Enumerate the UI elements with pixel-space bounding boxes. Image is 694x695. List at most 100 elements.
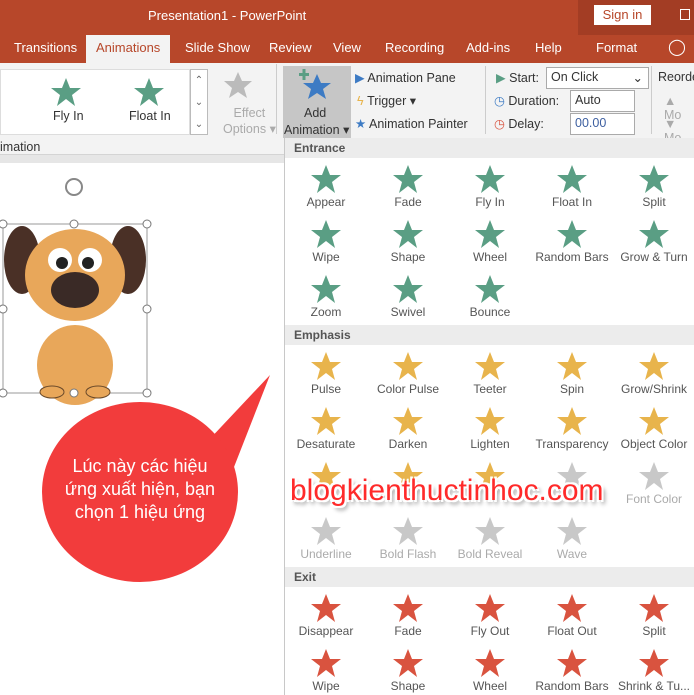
callout-text: Lúc này các hiệu ứng xuất hiện, bạn chọn… (64, 456, 216, 522)
play-icon: ▶ (496, 71, 506, 85)
tab-add-ins[interactable]: Add-ins (466, 35, 510, 63)
start-dropdown[interactable]: On Click ⌄ (546, 67, 649, 89)
rotate-handle-icon (65, 178, 83, 196)
effect-label: Spin (559, 382, 585, 396)
delay-clock-icon: ◷ (494, 117, 505, 131)
effect-emphasis-desaturate[interactable]: Desaturate (285, 406, 367, 451)
effect-emphasis-bold-flash[interactable]: Bold Flash (367, 516, 449, 561)
effect-label: Fade (394, 195, 422, 209)
star-icon (639, 220, 669, 248)
float-in-star-icon (134, 78, 164, 106)
star-icon (311, 275, 341, 303)
effect-emphasis-teeter[interactable]: Teeter (449, 351, 531, 396)
effect-exit-split[interactable]: Split (613, 593, 694, 638)
star-icon (475, 594, 505, 622)
effect-emphasis-color-pulse[interactable]: Color Pulse (367, 351, 449, 396)
effect-exit-random-bars[interactable]: Random Bars (531, 648, 613, 693)
add-animation-button[interactable]: Add Animation ▾ (283, 66, 351, 138)
effect-emphasis-bold-reveal[interactable]: Bold Reveal (449, 516, 531, 561)
effect-options-button[interactable]: Effect Options ▾ (223, 105, 276, 137)
effect-exit-shape[interactable]: Shape (367, 648, 449, 693)
fly-in-star-icon (51, 78, 81, 106)
effect-entrance-swivel[interactable]: Swivel (367, 274, 449, 319)
effect-entrance-grow-turn[interactable]: Grow & Turn (613, 219, 694, 264)
effect-entrance-float-in[interactable]: Float In (531, 164, 613, 209)
lightbulb-icon[interactable]: ◯ (668, 35, 686, 63)
effect-exit-shrink-tu-[interactable]: Shrink & Tu... (613, 648, 694, 693)
tab-view[interactable]: View (333, 35, 361, 63)
star-icon (557, 165, 587, 193)
effect-emphasis-pulse[interactable]: Pulse (285, 351, 367, 396)
effect-emphasis-transparency[interactable]: Transparency (531, 406, 613, 451)
effect-label: Pulse (310, 382, 342, 396)
effect-exit-float-out[interactable]: Float Out (531, 593, 613, 638)
gallery-scroll[interactable]: ⌃ ⌄ ⌄ (190, 69, 208, 135)
fly-in-gallery-item[interactable] (50, 77, 82, 110)
gallery-label-fly-in: Fly In (53, 109, 84, 123)
tab-recording[interactable]: Recording (385, 35, 444, 63)
duration-spinner[interactable]: Auto (570, 90, 635, 112)
add-animation-dropdown: Entrance Appear Fade Fly In Float In Split Wip… (284, 138, 694, 695)
effect-label: Swivel (390, 305, 426, 319)
effect-entrance-zoom[interactable]: Zoom (285, 274, 367, 319)
options-label: Options (223, 122, 267, 136)
effect-emphasis-grow-shrink[interactable]: Grow/Shrink (613, 351, 694, 396)
effect-emphasis-object-color[interactable]: Object Color (613, 406, 694, 451)
star-icon (393, 275, 423, 303)
effect-emphasis-lighten[interactable]: Lighten (449, 406, 531, 451)
effect-emphasis-font-color[interactable]: Font Color (613, 461, 694, 506)
effect-entrance-fade[interactable]: Fade (367, 164, 449, 209)
effect-exit-fade[interactable]: Fade (367, 593, 449, 638)
effect-label: Bold Flash (379, 547, 437, 561)
star-icon (639, 594, 669, 622)
effect-entrance-fly-in[interactable]: Fly In (449, 164, 531, 209)
sign-in-button[interactable]: Sign in (594, 5, 651, 25)
star-icon (557, 594, 587, 622)
effect-label: Appear (306, 195, 346, 209)
delay-spinner[interactable]: 00.00 (570, 113, 635, 135)
ribbon-display-icon[interactable] (680, 9, 690, 20)
effect-label: Float In (551, 195, 593, 209)
star-icon (475, 649, 505, 677)
tab-transitions[interactable]: Transitions (14, 35, 77, 63)
add-star-icon (299, 69, 331, 99)
chevron-down-icon: ⌄ (632, 71, 643, 85)
effect-exit-disappear[interactable]: Disappear (285, 593, 367, 638)
effect-entrance-wipe[interactable]: Wipe (285, 219, 367, 264)
star-icon (311, 594, 341, 622)
effect-label: Bounce (469, 305, 511, 319)
animation-pane-button[interactable]: ▶ Animation Pane (355, 70, 456, 85)
painter-icon: ★ (355, 117, 367, 131)
effect-label: Wipe (312, 679, 340, 693)
animation-painter-button[interactable]: ★ Animation Painter (355, 116, 468, 131)
tab-review[interactable]: Review (269, 35, 312, 63)
effect-label: Shape (390, 250, 426, 264)
star-icon (311, 407, 341, 435)
effect-entrance-shape[interactable]: Shape (367, 219, 449, 264)
effect-label: Darken (388, 437, 428, 451)
effect-label: Float Out (547, 624, 597, 638)
effect-emphasis-underline[interactable]: Underline (285, 516, 367, 561)
effect-entrance-wheel[interactable]: Wheel (449, 219, 531, 264)
tab-slide-show[interactable]: Slide Show (185, 35, 250, 63)
effect-emphasis-wave[interactable]: Wave (531, 516, 613, 561)
effect-entrance-split[interactable]: Split (613, 164, 694, 209)
star-icon (557, 517, 587, 545)
float-in-gallery-item[interactable] (133, 77, 165, 110)
effect-entrance-appear[interactable]: Appear (285, 164, 367, 209)
effect-exit-wheel[interactable]: Wheel (449, 648, 531, 693)
effect-entrance-bounce[interactable]: Bounce (449, 274, 531, 319)
animation-label: Animation ▾ (284, 123, 350, 137)
tab-format[interactable]: Format (596, 35, 637, 63)
star-icon (393, 594, 423, 622)
effect-emphasis-spin[interactable]: Spin (531, 351, 613, 396)
effect-exit-fly-out[interactable]: Fly Out (449, 593, 531, 638)
effect-entrance-random-bars[interactable]: Random Bars (531, 219, 613, 264)
effect-exit-wipe[interactable]: Wipe (285, 648, 367, 693)
tab-animations[interactable]: Animations (86, 35, 171, 63)
tab-help[interactable]: Help (535, 35, 562, 63)
trigger-button[interactable]: ϟ Trigger ▾ (357, 93, 416, 108)
section-header-exit: Exit (285, 567, 694, 587)
effect-emphasis-darken[interactable]: Darken (367, 406, 449, 451)
star-icon (557, 352, 587, 380)
